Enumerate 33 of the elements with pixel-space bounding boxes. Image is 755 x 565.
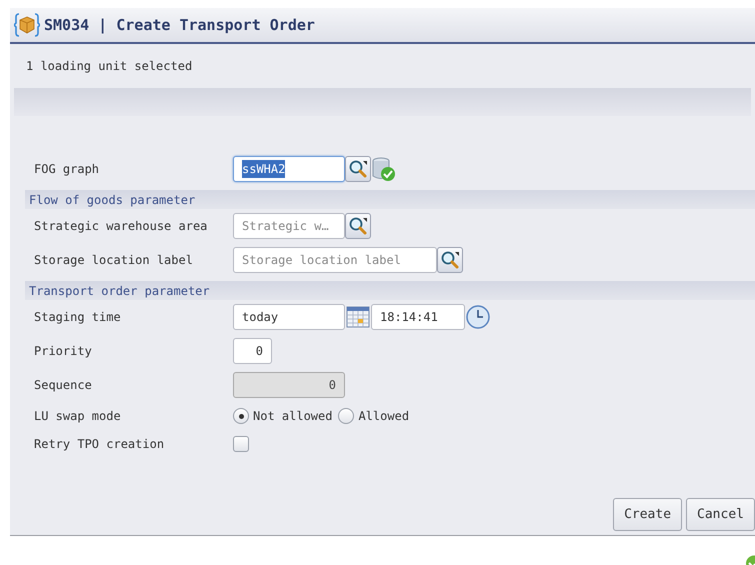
package-icon xyxy=(14,12,40,38)
dialog-button[interactable]: Cancel xyxy=(686,498,755,531)
dialog-button[interactable]: Create xyxy=(613,498,682,531)
field-label: Staging time xyxy=(34,309,122,326)
field-label: Strategic warehouse area xyxy=(34,218,208,235)
number-field: 0 xyxy=(233,372,345,398)
section-header: Flow of goods parameter xyxy=(25,190,755,209)
radio-label[interactable]: Not allowed xyxy=(253,407,332,425)
time-field[interactable]: 18:14:41 xyxy=(371,304,465,330)
window-title: SM034 | Create Transport Order xyxy=(44,14,315,36)
section-header: Transport order parameter xyxy=(25,281,755,300)
input-field[interactable]: Storage location label xyxy=(233,247,437,273)
number-field[interactable]: 0 xyxy=(233,338,272,364)
input-field[interactable]: Strategic w… xyxy=(233,213,345,239)
calendar-icon[interactable] xyxy=(345,305,371,329)
field-label: Sequence xyxy=(34,377,93,394)
search-button[interactable] xyxy=(437,247,463,273)
clock-icon[interactable] xyxy=(465,304,491,330)
info-text: 1 loading unit selected xyxy=(26,58,192,75)
radio-button[interactable] xyxy=(233,408,249,424)
field-label: LU swap mode xyxy=(34,408,122,425)
field-label: Retry TPO creation xyxy=(34,436,166,453)
field-label: FOG graph xyxy=(34,161,100,178)
database-check-icon[interactable] xyxy=(371,156,397,182)
field-label: Priority xyxy=(34,343,93,360)
date-field[interactable]: today xyxy=(233,304,345,330)
radio-label[interactable]: Allowed xyxy=(358,407,410,425)
radio-button[interactable] xyxy=(338,408,354,424)
checkbox[interactable] xyxy=(233,436,249,452)
input-field[interactable]: ssWHA2 xyxy=(233,156,345,182)
field-label: Storage location label xyxy=(34,252,194,269)
search-button[interactable] xyxy=(345,156,371,182)
search-button[interactable] xyxy=(345,213,371,239)
